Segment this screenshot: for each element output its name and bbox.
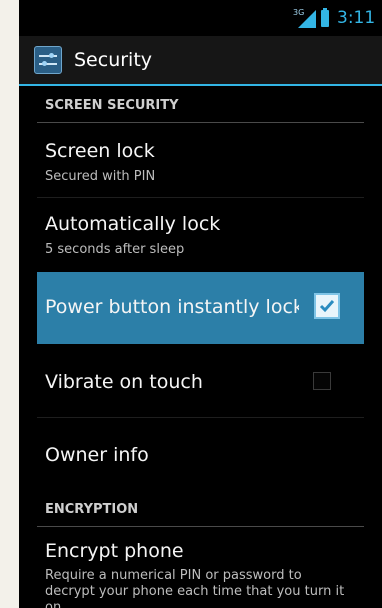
section-label: SCREEN SECURITY [45,98,179,113]
section-header-encryption: ENCRYPTION [37,491,364,527]
automatically-lock-item[interactable]: Automatically lock 5 seconds after sleep [37,197,364,270]
phone-screen: 3G 3:11 Security SCREEN SECURITY Screen … [19,0,382,608]
page-title: Security [74,49,153,71]
item-description: Require a numerical PIN or password to d… [45,568,345,608]
status-bar: 3G 3:11 [19,0,382,36]
owner-info-item[interactable]: Owner info [37,418,364,489]
section-label: ENCRYPTION [45,502,139,517]
item-subtitle: Secured with PIN [45,169,156,184]
item-title: Power button instantly locks [45,296,299,318]
item-title: Automatically lock [45,213,221,235]
settings-app-icon[interactable] [34,46,62,74]
clock: 3:11 [337,8,376,28]
item-title: Owner info [45,444,149,466]
vibrate-on-touch-item[interactable]: Vibrate on touch [37,344,364,418]
battery-icon [321,8,329,27]
item-title: Screen lock [45,140,155,162]
encrypt-phone-item[interactable]: Encrypt phone Require a numerical PIN or… [37,528,364,608]
power-button-checkbox[interactable] [314,293,340,319]
item-subtitle: 5 seconds after sleep [45,242,185,257]
action-bar: Security [19,36,382,86]
power-button-locks-item[interactable]: Power button instantly locks [37,272,364,344]
vibrate-checkbox[interactable] [313,372,331,390]
section-header-screen-security: SCREEN SECURITY [37,87,364,123]
signal-icon [298,10,316,28]
check-icon [319,300,335,313]
item-title: Encrypt phone [45,540,184,562]
screen-lock-item[interactable]: Screen lock Secured with PIN [37,124,364,198]
item-title: Vibrate on touch [45,371,203,393]
